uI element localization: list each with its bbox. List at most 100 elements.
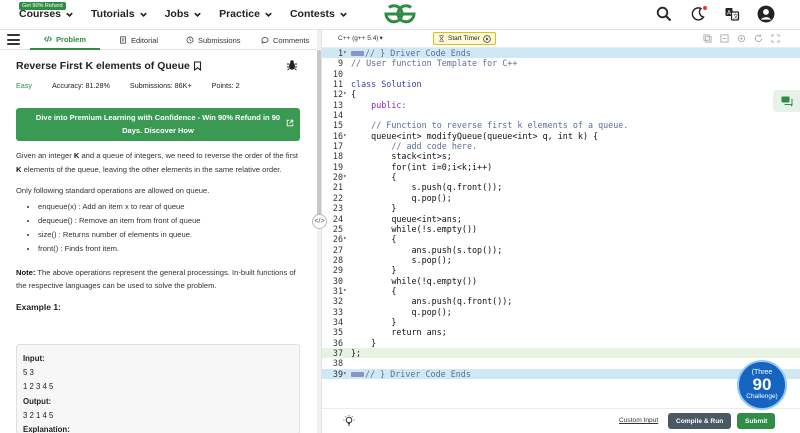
- difficulty-label: Easy: [16, 81, 32, 90]
- settings-icon[interactable]: [737, 34, 746, 43]
- code-line[interactable]: 15 // Function to reverse first k elemen…: [322, 120, 800, 130]
- tab-editorial[interactable]: Editorial: [119, 30, 158, 50]
- problem-description: Given an integer K and a queue of intege…: [16, 149, 301, 314]
- search-icon[interactable]: [654, 4, 674, 24]
- code-text: for(int i=0;i<k;i++): [351, 161, 493, 172]
- tab-comments[interactable]: Comments: [261, 30, 309, 50]
- fold-toggle-icon[interactable]: ▾: [343, 286, 350, 296]
- timer-label: Start Timer: [448, 35, 480, 42]
- bug-report-icon[interactable]: [286, 59, 298, 71]
- fold-toggle-icon[interactable]: ▾: [343, 131, 350, 141]
- folded-region-icon[interactable]: [351, 51, 364, 56]
- fold-toggle-icon[interactable]: ▾: [343, 89, 350, 99]
- line-number: 14: [332, 110, 343, 121]
- code-line[interactable]: 18 stack<int>s;: [322, 151, 800, 161]
- dark-mode-icon[interactable]: [688, 4, 708, 24]
- line-number: 20: [332, 172, 343, 183]
- premium-banner[interactable]: Dive into Premium Learning with Confiden…: [16, 108, 300, 141]
- code-line[interactable]: 13 public:: [322, 100, 800, 110]
- line-number: 32: [332, 296, 343, 307]
- code-line[interactable]: 26 ▾ {: [322, 234, 800, 244]
- code-line[interactable]: 21 s.push(q.front());: [322, 182, 800, 192]
- line-number: 37: [332, 347, 343, 358]
- code-line[interactable]: 14: [322, 110, 800, 120]
- code-line[interactable]: 19 for(int i=0;i<k;i++): [322, 162, 800, 172]
- folded-region-icon[interactable]: [351, 371, 364, 377]
- nav-item-jobs[interactable]: Jobs: [165, 8, 203, 20]
- code-line[interactable]: 32 ans.push(q.front());: [322, 296, 800, 306]
- user-avatar-icon[interactable]: [756, 4, 776, 24]
- statement-text: elements of the queue, leaving the other…: [21, 164, 282, 174]
- code-line[interactable]: 17 // add code here.: [322, 141, 800, 151]
- tab-submissions[interactable]: Submissions: [186, 30, 241, 50]
- fold-toggle-icon[interactable]: ▾: [343, 48, 350, 58]
- code-line[interactable]: 1 ▾ // } Driver Code Ends: [322, 48, 800, 59]
- nav-item-contests[interactable]: Contests: [290, 8, 348, 20]
- code-line[interactable]: 38: [322, 358, 800, 368]
- language-select[interactable]: C++ (g++ 5.4) ▾: [338, 34, 383, 43]
- line-number: 18: [332, 151, 343, 162]
- custom-input-link[interactable]: Custom Input: [619, 417, 658, 424]
- line-number: 28: [332, 254, 343, 265]
- code-line[interactable]: 23 }: [322, 203, 800, 213]
- start-timer-button[interactable]: Start Timer: [433, 32, 496, 45]
- code-text: {: [351, 234, 397, 245]
- code-line[interactable]: 25 while(!s.empty()): [322, 224, 800, 234]
- refresh-icon[interactable]: [754, 34, 763, 43]
- code-line[interactable]: 31 ▾ {: [322, 286, 800, 296]
- code-line[interactable]: 16 ▾ queue<int> modifyQueue(queue<int> q,…: [322, 131, 800, 141]
- accuracy-label: Accuracy: 81.28%: [51, 81, 110, 90]
- code-editor[interactable]: 1 ▾// } Driver Code Ends 9// User function…: [322, 48, 800, 408]
- nav-item-practice[interactable]: Practice: [219, 8, 273, 20]
- translate-icon[interactable]: A文: [722, 4, 742, 24]
- fullscreen-icon[interactable]: [771, 34, 780, 43]
- code-line[interactable]: 34 }: [322, 317, 800, 327]
- points-label: Points: 2: [211, 81, 240, 90]
- chat-icon[interactable]: [773, 90, 800, 112]
- code-line[interactable]: 12 ▾{: [322, 89, 800, 99]
- code-line[interactable]: 39 ▾ // } Driver Code Ends: [322, 368, 800, 379]
- bookmark-icon[interactable]: [193, 61, 202, 71]
- code-line[interactable]: 28 s.pop();: [322, 255, 800, 265]
- code-line[interactable]: 9 // User function Template for C++: [322, 58, 800, 68]
- menu-icon[interactable]: [7, 34, 20, 45]
- top-navigation-bar: Get 90% Refund Courses Tutorials Jobs Pr…: [0, 0, 800, 30]
- challenge-badge[interactable]: (Three 90 Challenge): [737, 360, 787, 410]
- code-line[interactable]: 10: [322, 69, 800, 79]
- compile-run-button[interactable]: Compile & Run: [668, 413, 732, 429]
- fold-toggle-icon[interactable]: ▾: [343, 172, 350, 182]
- list-item: enqueue(x) : Add an item x to rear of qu…: [38, 200, 301, 214]
- code-text: queue<int>ans;: [351, 213, 462, 224]
- nav-item-courses[interactable]: Courses: [19, 8, 74, 20]
- code-line[interactable]: 30 while(!q.empty()): [322, 276, 800, 286]
- line-number: 11: [332, 79, 343, 90]
- code-line[interactable]: 11 class Solution: [322, 79, 800, 89]
- code-line[interactable]: 37};: [322, 347, 800, 359]
- challenge-badge-number: 90: [752, 375, 772, 394]
- tab-problem[interactable]: Problem: [30, 30, 101, 50]
- code-line[interactable]: 24 queue<int>ans;: [322, 214, 800, 224]
- language-value: C++ (g++ 5.4): [338, 34, 379, 42]
- line-number: 13: [332, 99, 343, 110]
- fold-toggle-icon[interactable]: ▾: [343, 369, 350, 379]
- clock-icon: [186, 36, 194, 44]
- copy-icon[interactable]: [703, 34, 712, 43]
- code-line[interactable]: 29 }: [322, 265, 800, 275]
- fold-toggle-icon[interactable]: ▾: [343, 234, 350, 244]
- lightbulb-icon[interactable]: [343, 415, 355, 427]
- chevron-down-icon: [340, 12, 347, 17]
- reset-icon[interactable]: [720, 34, 729, 43]
- code-line[interactable]: 36 }: [322, 338, 800, 348]
- code-line[interactable]: 20 ▾ {: [322, 172, 800, 182]
- site-logo-icon[interactable]: [380, 3, 420, 25]
- submit-button[interactable]: Submit: [737, 413, 776, 429]
- code-text: // Function to reverse first k elements …: [351, 120, 629, 131]
- code-text: {: [351, 172, 397, 183]
- code-line[interactable]: 33 q.pop();: [322, 307, 800, 317]
- tab-label: Problem: [56, 34, 87, 44]
- code-line[interactable]: 22 q.pop();: [322, 193, 800, 203]
- nav-item-tutorials[interactable]: Tutorials: [91, 8, 148, 20]
- problem-panel: Problem Editorial Submissions Comments R…: [0, 30, 317, 433]
- code-line[interactable]: 35 return ans;: [322, 327, 800, 337]
- code-line[interactable]: 27 ans.push(s.top());: [322, 245, 800, 255]
